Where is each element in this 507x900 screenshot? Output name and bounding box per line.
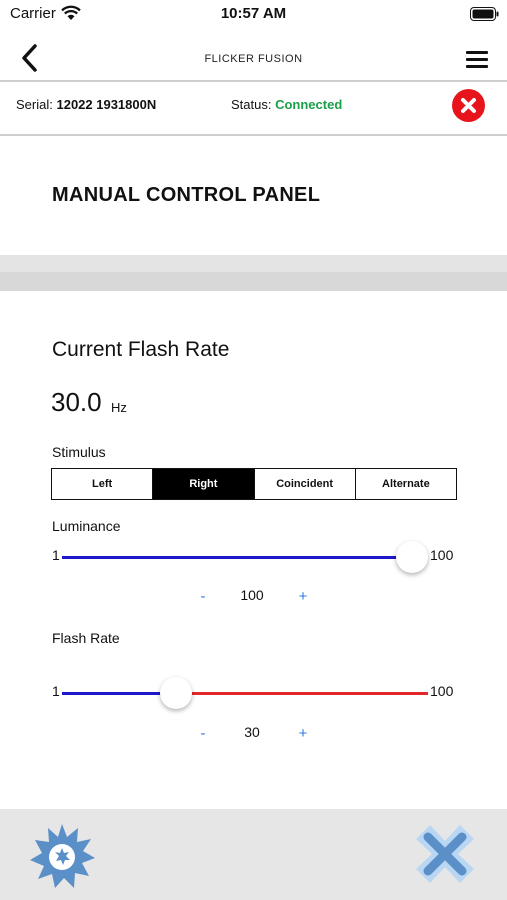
page-title: MANUAL CONTROL PANEL [52,184,321,206]
flash-rate-heading: Current Flash Rate [52,338,230,361]
nav-title: FLICKER FUSION [204,53,303,65]
luminance-decrement-button[interactable]: - [197,588,209,605]
stimulus-right-button[interactable]: Right [153,469,255,499]
luminance-slider[interactable]: 1 100 [0,536,507,576]
flash-rate-min: 1 [52,683,60,699]
hamburger-menu-icon[interactable] [466,51,488,69]
flash-rate-stepper-value: 30 [244,724,260,740]
flash-rate-slider[interactable]: 1 100 [0,672,507,712]
luminance-label: Luminance [52,518,121,534]
cross-icon[interactable] [410,819,480,889]
stimulus-coincident-button[interactable]: Coincident [254,469,356,499]
luminance-min: 1 [52,547,60,563]
stimulus-segmented-control: Left Right Coincident Alternate [51,468,457,500]
starburst-icon[interactable] [28,822,96,890]
stimulus-label: Stimulus [52,444,106,460]
section-divider [0,255,507,291]
nav-bar: FLICKER FUSION [0,30,507,82]
luminance-increment-button[interactable]: + [297,588,309,605]
luminance-max: 100 [430,547,454,563]
flash-rate-slider-label: Flash Rate [52,630,120,646]
flash-rate-decrement-button[interactable]: - [197,725,209,742]
status-bar: Carrier 10:57 AM [0,0,507,28]
flash-rate-increment-button[interactable]: + [297,725,309,742]
panel-header: MANUAL CONTROL PANEL [0,137,507,255]
bottom-toolbar [0,809,507,900]
device-info-bar: Serial: 12022 1931800N Status: Connected [0,84,507,136]
luminance-thumb[interactable] [396,541,428,573]
serial-info: Serial: 12022 1931800N [16,97,156,112]
connection-status: Status: Connected [231,97,342,112]
flash-rate-value: 30.0 [51,387,102,417]
serial-label: Serial: [16,97,53,112]
status-label: Status: [231,97,272,112]
disconnect-button[interactable] [452,89,485,122]
luminance-value: 100 [240,587,264,603]
close-icon [461,98,476,113]
status-value: Connected [275,97,343,112]
serial-value: 12022 1931800N [56,97,157,112]
luminance-track-filled [62,556,412,559]
stimulus-left-button[interactable]: Left [52,469,154,499]
flash-rate-track-filled [62,692,166,695]
flash-rate-thumb[interactable] [160,677,192,709]
flash-rate-track-remaining [176,692,428,695]
stimulus-alternate-button[interactable]: Alternate [355,469,456,499]
flash-rate-max: 100 [430,683,454,699]
battery-icon [470,7,499,21]
luminance-stepper: - 100 + [0,586,507,608]
flash-rate-unit: Hz [111,400,127,415]
clock: 10:57 AM [220,5,287,22]
flash-rate-stepper: - 30 + [0,723,507,745]
